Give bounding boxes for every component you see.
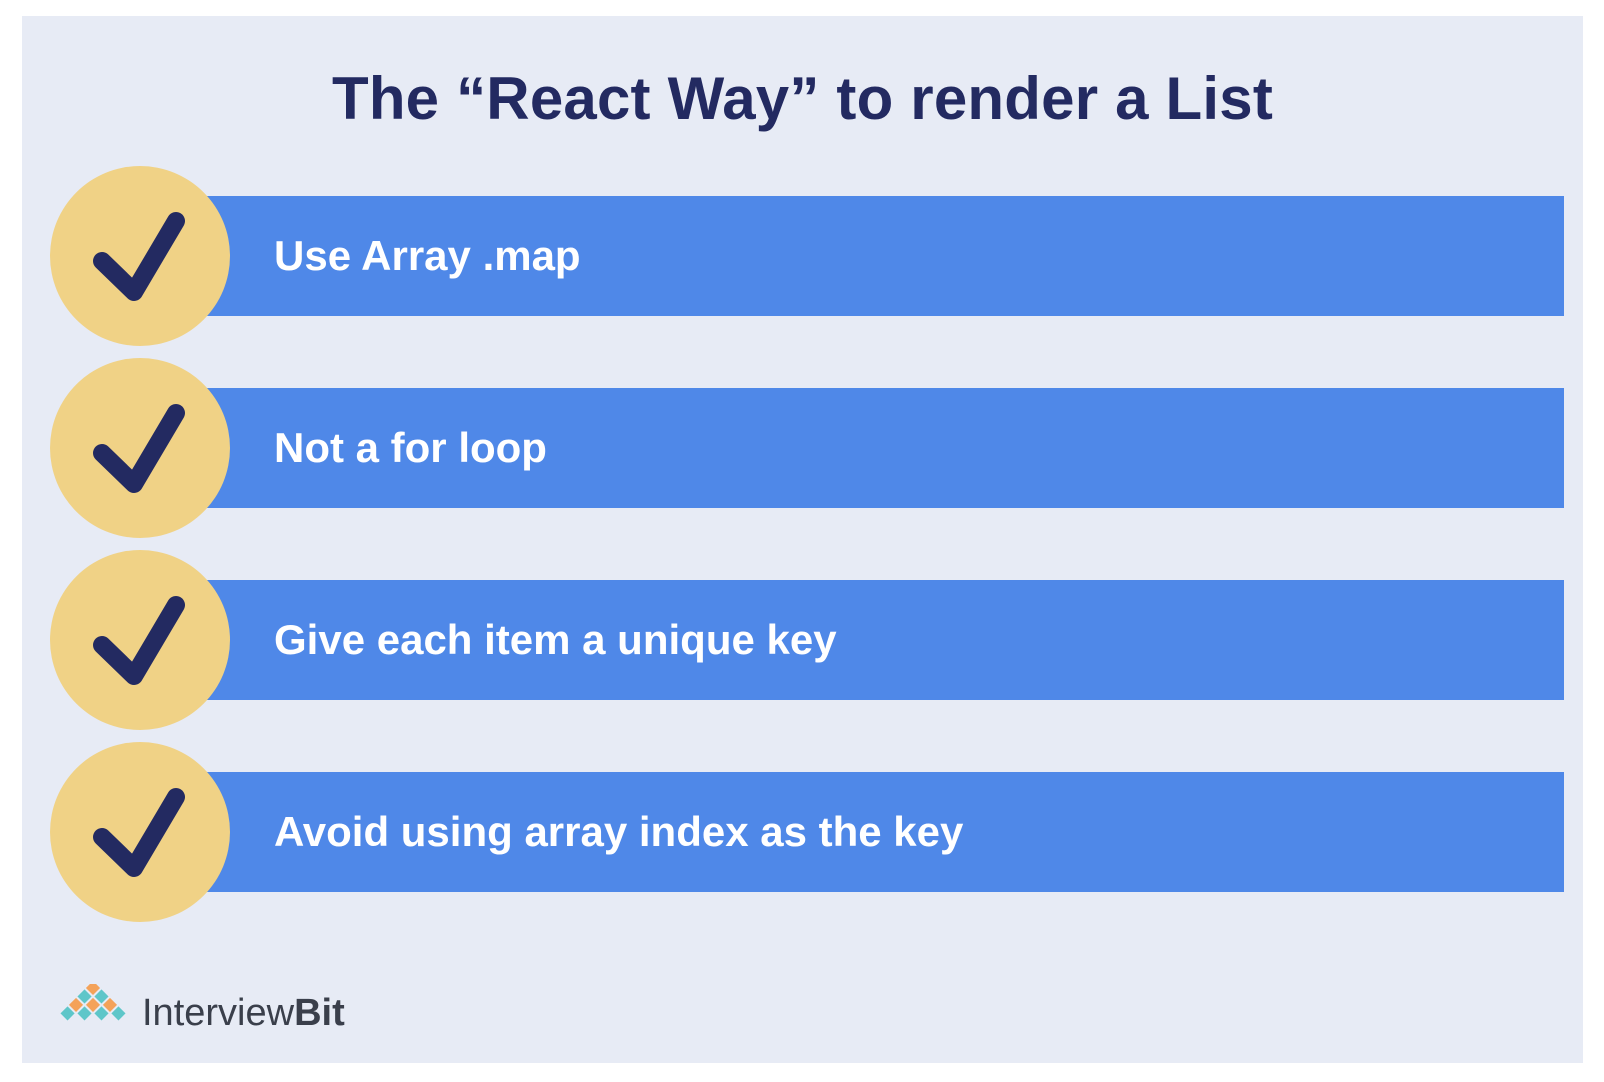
- check-badge: [50, 166, 230, 346]
- list-item: Use Array .map: [22, 166, 1583, 346]
- check-badge: [50, 742, 230, 922]
- brand-name: InterviewBit: [142, 992, 345, 1035]
- infographic-panel: The “React Way” to render a List Use Arr…: [22, 16, 1583, 1063]
- list-item: Avoid using array index as the key: [22, 742, 1583, 922]
- item-bar: Give each item a unique key: [182, 580, 1564, 700]
- list-item: Not a for loop: [22, 358, 1583, 538]
- check-icon: [93, 596, 185, 685]
- interviewbit-logo-icon: [60, 980, 126, 1021]
- check-badge: [50, 358, 230, 538]
- check-icon: [93, 788, 185, 877]
- item-bar: Avoid using array index as the key: [182, 772, 1564, 892]
- check-badge: [50, 550, 230, 730]
- item-label: Not a for loop: [274, 424, 547, 471]
- item-label: Give each item a unique key: [274, 616, 837, 663]
- brand-logo: InterviewBit: [50, 980, 345, 1044]
- item-bar: Not a for loop: [182, 388, 1564, 508]
- check-icon: [93, 404, 185, 493]
- item-label: Avoid using array index as the key: [274, 808, 964, 855]
- brand-name-part1: Interview: [142, 992, 295, 1034]
- list-item: Give each item a unique key: [22, 550, 1583, 730]
- item-label: Use Array .map: [274, 232, 581, 279]
- check-icon: [93, 212, 185, 301]
- page-title: The “React Way” to render a List: [331, 65, 1274, 132]
- item-bar: Use Array .map: [182, 196, 1564, 316]
- brand-name-part2: Bit: [294, 992, 345, 1034]
